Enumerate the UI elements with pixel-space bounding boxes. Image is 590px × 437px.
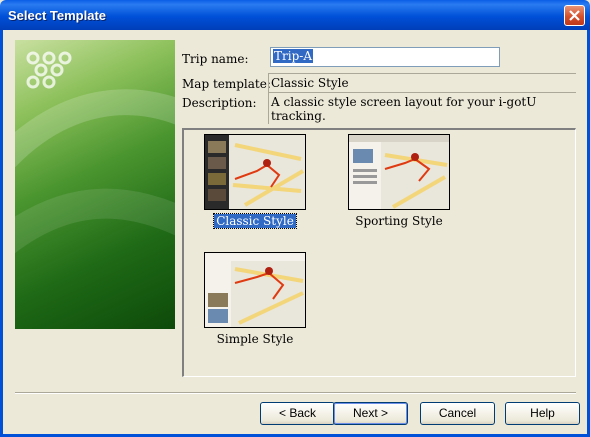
title-bar[interactable]: Select Template bbox=[0, 0, 590, 30]
trip-name-label: Trip name: bbox=[182, 52, 249, 66]
button-separator bbox=[15, 392, 576, 394]
select-template-dialog: Select Template Trip name: Trip-A Map te… bbox=[0, 0, 590, 437]
template-sporting[interactable]: Sporting Style bbox=[344, 134, 454, 228]
template-simple[interactable]: Simple Style bbox=[200, 252, 310, 346]
template-list[interactable]: Classic Style Sporting Style Simple Styl… bbox=[182, 128, 576, 377]
template-simple-label: Simple Style bbox=[216, 332, 294, 346]
description-field: A classic style screen layout for your i… bbox=[268, 92, 576, 124]
template-classic-thumbnail bbox=[204, 134, 306, 210]
close-button[interactable] bbox=[564, 5, 585, 26]
back-button[interactable]: < Back bbox=[260, 402, 335, 425]
map-template-value: Classic Style bbox=[271, 76, 349, 90]
description-label: Description: bbox=[182, 96, 257, 110]
template-sporting-thumbnail bbox=[348, 134, 450, 210]
logo-icon bbox=[26, 51, 72, 89]
map-template-label: Map template: bbox=[182, 77, 271, 91]
template-simple-thumbnail bbox=[204, 252, 306, 328]
next-button[interactable]: Next > bbox=[333, 402, 408, 425]
help-button[interactable]: Help bbox=[505, 402, 580, 425]
template-classic[interactable]: Classic Style bbox=[200, 134, 310, 229]
cancel-button[interactable]: Cancel bbox=[420, 402, 495, 425]
close-icon bbox=[569, 10, 580, 21]
window-frame-left bbox=[0, 30, 3, 437]
map-template-field: Classic Style bbox=[268, 73, 576, 93]
wizard-banner bbox=[15, 40, 175, 329]
template-sporting-label: Sporting Style bbox=[355, 214, 443, 228]
trip-name-value: Trip-A bbox=[273, 49, 313, 63]
trip-name-input[interactable]: Trip-A bbox=[270, 47, 500, 67]
template-classic-label: Classic Style bbox=[213, 213, 297, 229]
description-value: A classic style screen layout for your i… bbox=[271, 95, 537, 123]
window-title: Select Template bbox=[8, 8, 107, 23]
banner-swirl bbox=[15, 51, 175, 254]
